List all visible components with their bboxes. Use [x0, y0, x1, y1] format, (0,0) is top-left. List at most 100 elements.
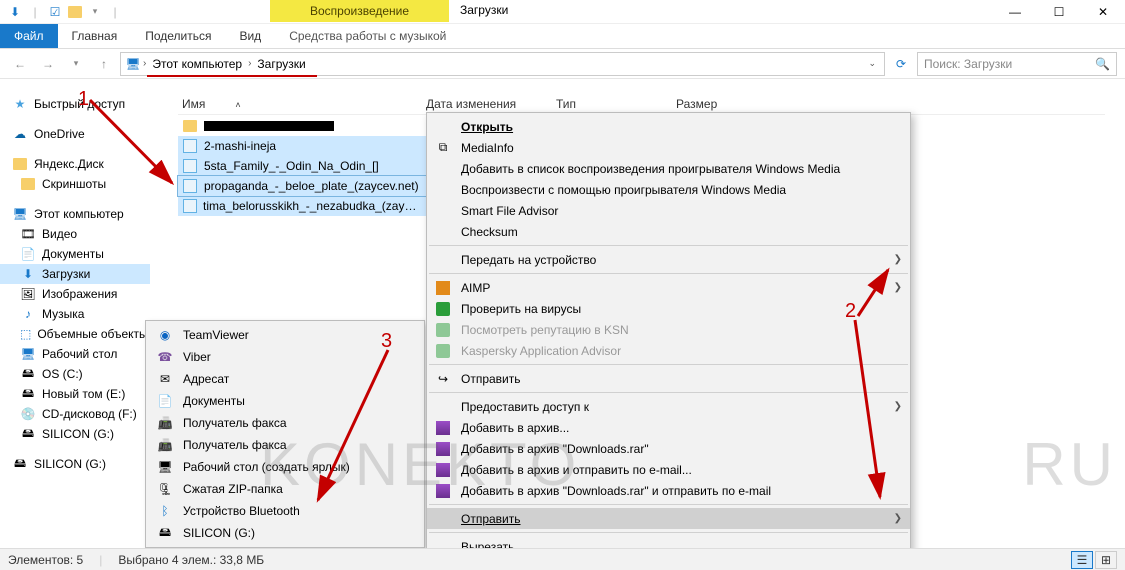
ctx-scan[interactable]: Проверить на вирусы: [427, 298, 910, 319]
sort-caret-icon: ˄: [205, 100, 240, 110]
ribbon-tabs: Файл Главная Поделиться Вид Средства раб…: [0, 24, 1125, 49]
ctx-wmp-play[interactable]: Воспроизвести с помощью проигрывателя Wi…: [427, 179, 910, 200]
tab-share[interactable]: Поделиться: [131, 24, 225, 48]
sidebar-silicon-g[interactable]: 🖴SILICON (G:): [0, 424, 150, 444]
maximize-button[interactable]: ☐: [1037, 0, 1081, 24]
breadcrumb-downloads[interactable]: Загрузки: [253, 57, 309, 71]
sidebar-yandex-disk[interactable]: Яндекс.Диск: [0, 154, 150, 174]
folder-icon[interactable]: [66, 3, 84, 21]
close-button[interactable]: ✕: [1081, 0, 1125, 24]
ctx-rar-email[interactable]: Добавить в архив и отправить по e-mail..…: [427, 459, 910, 480]
list-item-folder[interactable]: [178, 116, 426, 136]
fax-icon: 📠: [157, 415, 173, 431]
sidebar-onedrive[interactable]: ☁OneDrive: [0, 124, 150, 144]
sidebar-silicon-g2[interactable]: 🖴SILICON (G:): [0, 454, 150, 474]
sendto-viber[interactable]: ☎Viber: [149, 346, 421, 368]
folder-icon: [20, 176, 36, 192]
ctx-rar-downloads[interactable]: Добавить в архив "Downloads.rar": [427, 438, 910, 459]
sidebar-quick-access[interactable]: ★Быстрый доступ: [0, 94, 150, 114]
sendto-documents[interactable]: 📄Документы: [149, 390, 421, 412]
tab-file[interactable]: Файл: [0, 24, 58, 48]
refresh-button[interactable]: ⟳: [889, 57, 913, 71]
list-item[interactable]: 2-mashi-ineja: [178, 136, 426, 156]
sidebar-documents[interactable]: 📄Документы: [0, 244, 150, 264]
tab-music-tools[interactable]: Средства работы с музыкой: [275, 24, 460, 48]
ctx-wmp-add[interactable]: Добавить в список воспроизведения проигр…: [427, 158, 910, 179]
ctx-checksum[interactable]: Checksum: [427, 221, 910, 242]
sendto-desktop-shortcut[interactable]: 🖥Рабочий стол (создать ярлык): [149, 456, 421, 478]
status-item-count: Элементов: 5: [8, 553, 83, 567]
rar-icon: [435, 420, 451, 436]
sidebar-optical-f[interactable]: 💿CD-дисковод (F:): [0, 404, 150, 424]
sidebar-3d[interactable]: ⬚Объемные объекты: [0, 324, 150, 344]
chevron-right-icon[interactable]: ›: [143, 58, 146, 69]
sidebar-videos[interactable]: 🎞Видео: [0, 224, 150, 244]
ctx-share-send[interactable]: ↪Отправить: [427, 368, 910, 389]
list-item[interactable]: propaganda_-_beloe_plate_(zaycev.net): [178, 176, 426, 196]
sendto-bluetooth[interactable]: ᛒУстройство Bluetooth: [149, 500, 421, 522]
sidebar-downloads[interactable]: ⬇Загрузки: [0, 264, 150, 284]
watermark-text: RU: [1022, 430, 1117, 499]
down-arrow-icon[interactable]: ⬇: [6, 3, 24, 21]
mail-icon: ✉: [157, 371, 173, 387]
breadcrumb[interactable]: 🖥 › Этот компьютер › Загрузки ⌄: [120, 52, 885, 76]
sidebar-this-pc[interactable]: 🖥Этот компьютер: [0, 204, 150, 224]
separator: [429, 273, 908, 274]
col-name[interactable]: Имя˄: [178, 97, 426, 111]
ctx-cast[interactable]: Передать на устройство❯: [427, 249, 910, 270]
list-item[interactable]: tima_belorusskikh_-_nezabudka_(zaycev...…: [178, 196, 426, 216]
ctx-mediainfo[interactable]: ⧉MediaInfo: [427, 137, 910, 158]
viber-icon: ☎: [157, 349, 173, 365]
col-date[interactable]: Дата изменения: [426, 97, 556, 111]
ctx-rar-dl-email[interactable]: Добавить в архив "Downloads.rar" и отпра…: [427, 480, 910, 501]
cloud-icon: ☁: [12, 126, 28, 142]
rar-icon: [435, 462, 451, 478]
ctx-kaa: Kaspersky Application Advisor: [427, 340, 910, 361]
address-bar-row: ← → ▾ ↑ 🖥 › Этот компьютер › Загрузки ⌄ …: [0, 49, 1125, 79]
sidebar-drive-e[interactable]: 🖴Новый том (E:): [0, 384, 150, 404]
tab-view[interactable]: Вид: [225, 24, 275, 48]
sidebar-music[interactable]: ♪Музыка: [0, 304, 150, 324]
nav-forward-button[interactable]: →: [36, 52, 60, 76]
sendto-zip[interactable]: 🗜Сжатая ZIP-папка: [149, 478, 421, 500]
sendto-fax2[interactable]: 📠Получатель факса: [149, 434, 421, 456]
nav-recent-dropdown[interactable]: ▾: [64, 52, 88, 76]
nav-back-button[interactable]: ←: [8, 52, 32, 76]
navigation-pane: ★Быстрый доступ ☁OneDrive Яндекс.Диск Ск…: [0, 90, 150, 546]
col-type[interactable]: Тип: [556, 97, 676, 111]
ctx-aimp[interactable]: AIMP❯: [427, 277, 910, 298]
tab-home[interactable]: Главная: [58, 24, 132, 48]
ctx-rar-add[interactable]: Добавить в архив...: [427, 417, 910, 438]
chevron-right-icon[interactable]: ›: [248, 58, 251, 69]
breadcrumb-dropdown-icon[interactable]: ⌄: [868, 58, 880, 69]
ctx-send-to[interactable]: Отправить❯: [427, 508, 910, 529]
sidebar-screenshots[interactable]: Скриншоты: [0, 174, 150, 194]
list-item[interactable]: 5sta_Family_-_Odin_Na_Odin_[]: [178, 156, 426, 176]
view-thumbnails-button[interactable]: ⊞: [1095, 551, 1117, 569]
col-size[interactable]: Размер: [676, 97, 756, 111]
ctx-sfa[interactable]: Smart File Advisor: [427, 200, 910, 221]
sendto-silicon-g[interactable]: 🖴SILICON (G:): [149, 522, 421, 544]
nav-up-button[interactable]: ↑: [92, 52, 116, 76]
sendto-mail[interactable]: ✉Адресат: [149, 368, 421, 390]
sendto-fax1[interactable]: 📠Получатель факса: [149, 412, 421, 434]
view-details-button[interactable]: ☰: [1071, 551, 1093, 569]
search-input[interactable]: Поиск: Загрузки 🔍: [917, 52, 1117, 76]
qa-dropdown-icon[interactable]: ▾: [86, 3, 104, 21]
separator: [429, 504, 908, 505]
sidebar-pictures[interactable]: 🖼Изображения: [0, 284, 150, 304]
checkbox-icon[interactable]: ☑: [46, 3, 64, 21]
divider-icon: |: [26, 3, 44, 21]
ctx-open[interactable]: Открыть: [427, 116, 910, 137]
share-icon: ↪: [435, 371, 451, 387]
sendto-teamviewer[interactable]: ◉TeamViewer: [149, 324, 421, 346]
drive-icon: 🖴: [20, 386, 36, 402]
breadcrumb-pc[interactable]: Этот компьютер: [148, 57, 246, 71]
ctx-give-access[interactable]: Предоставить доступ к❯: [427, 396, 910, 417]
monitor-icon: 🖥: [12, 206, 28, 222]
sidebar-desktop[interactable]: 🖥Рабочий стол: [0, 344, 150, 364]
folder-icon: [12, 156, 28, 172]
minimize-button[interactable]: —: [993, 0, 1037, 24]
rar-icon: [435, 441, 451, 457]
sidebar-drive-c[interactable]: 🖴OS (C:): [0, 364, 150, 384]
